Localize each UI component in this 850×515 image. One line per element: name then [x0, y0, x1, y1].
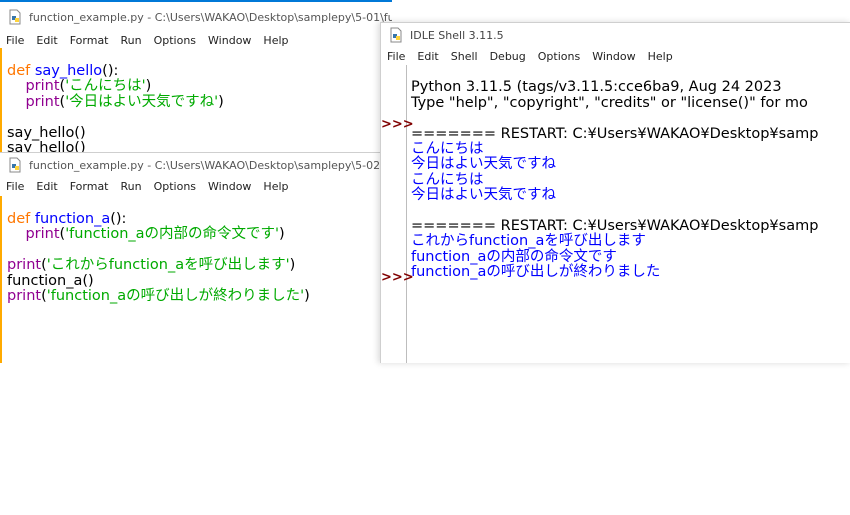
menu-window[interactable]: Window [202, 34, 257, 47]
menu-file[interactable]: File [0, 34, 30, 47]
menu-help[interactable]: Help [257, 180, 294, 193]
editor1-menubar: File Edit Format Run Options Window Help [0, 32, 392, 48]
menu-window[interactable]: Window [202, 180, 257, 193]
builtin-print: print [25, 93, 60, 110]
shell-line-blank [411, 111, 850, 126]
menu-format[interactable]: Format [64, 180, 115, 193]
shell-banner-line: Python 3.11.5 (tags/v3.11.5:cce6ba9, Aug… [411, 79, 782, 96]
code-line: print('function_aの呼び出しが終わりました') [7, 288, 310, 304]
editor2-code-area[interactable]: def function_a(): print('function_aの内部の命… [0, 196, 392, 363]
shell-prompt: >>> [381, 270, 414, 285]
shell-title: IDLE Shell 3.11.5 [410, 28, 504, 42]
builtin-print: print [25, 78, 60, 94]
editor1-title: function_example.py - C:\Users\WAKAO\Des… [29, 10, 392, 24]
editor-window-5-01: function_example.py - C:\Users\WAKAO\Des… [0, 0, 392, 154]
code-line: print('function_aの内部の命令文です') [25, 226, 285, 242]
menu-options[interactable]: Options [148, 180, 202, 193]
shell-line-blank [411, 204, 850, 219]
shell-output-line: 今日はよい天気ですね [411, 187, 556, 204]
editor2-menubar: File Edit Format Run Options Window Help [0, 177, 392, 195]
string-literal: 'これからfunction_aを呼び出します' [46, 257, 290, 273]
shell-output-line: こんにちは [411, 171, 484, 188]
string-literal: '今日はよい天気ですね' [65, 93, 219, 110]
shell-output-line: 今日はよい天気ですね [411, 156, 556, 173]
menu-options[interactable]: Options [532, 50, 586, 63]
shell-prompt: >>> [381, 117, 414, 132]
code-line: def function_a(): [7, 210, 127, 227]
shell-output-line: これからfunction_aを呼び出します [411, 233, 646, 250]
shell-titlebar[interactable]: IDLE Shell 3.11.5 [381, 23, 850, 47]
shell-output-line: function_aの呼び出しが終わりました [411, 264, 661, 281]
editor2-title: function_example.py - C:\Users\WAKAO\Des… [29, 158, 392, 172]
code-line: print('こんにちは') [25, 78, 152, 94]
menu-edit[interactable]: Edit [411, 50, 444, 63]
keyword-def: def [7, 62, 31, 79]
string-literal: 'function_aの呼び出しが終わりました' [46, 288, 305, 304]
code-text: (): [102, 62, 119, 79]
shell-restart-line: ======= RESTART: C:¥Users¥WAKAO¥Desktop¥… [411, 125, 819, 142]
keyword-def: def [7, 210, 31, 227]
menu-file[interactable]: File [381, 50, 411, 63]
python-shell-icon [390, 27, 402, 43]
editor1-code-area[interactable]: def say_hello(): print('こんにちは') print('今… [0, 48, 392, 154]
menu-options[interactable]: Options [148, 34, 202, 47]
code-line: def say_hello(): [7, 62, 392, 80]
menu-help[interactable]: Help [257, 34, 294, 47]
menu-run[interactable]: Run [115, 34, 148, 47]
editor1-titlebar[interactable]: function_example.py - C:\Users\WAKAO\Des… [0, 2, 392, 32]
menu-help[interactable]: Help [642, 50, 679, 63]
idle-shell-window: IDLE Shell 3.11.5 File Edit Shell Debug … [380, 22, 850, 363]
code-line: say_hello() [7, 124, 86, 141]
python-file-icon [9, 157, 21, 173]
editor2-titlebar[interactable]: function_example.py - C:\Users\WAKAO\Des… [0, 153, 392, 177]
menu-format[interactable]: Format [64, 34, 115, 47]
menu-edit[interactable]: Edit [30, 180, 63, 193]
shell-menubar: File Edit Shell Debug Options Window Hel… [381, 47, 850, 65]
code-line: print('今日はよい天気ですね') [25, 93, 224, 110]
function-name: function_a [34, 210, 111, 227]
code-line: function_a() [7, 272, 94, 289]
menu-run[interactable]: Run [115, 180, 148, 193]
menu-window[interactable]: Window [586, 50, 641, 63]
python-file-icon [9, 9, 21, 25]
string-literal: 'こんにちは' [65, 78, 146, 94]
code-line: print('これからfunction_aを呼び出します') [7, 257, 296, 273]
shell-prompt-gutter: >>> >>> [381, 65, 414, 363]
string-literal: 'function_aの内部の命令文です' [65, 226, 280, 242]
builtin-print: print [25, 226, 60, 242]
menu-shell[interactable]: Shell [445, 50, 484, 63]
builtin-print: print [7, 288, 42, 304]
shell-banner-line: Type "help", "copyright", "credits" or "… [411, 94, 808, 111]
editor-window-5-02: function_example.py - C:\Users\WAKAO\Des… [0, 152, 392, 363]
shell-output-line: function_aの内部の命令文です [411, 248, 617, 265]
menu-edit[interactable]: Edit [30, 34, 63, 47]
shell-output-area[interactable]: Python 3.11.5 (tags/v3.11.5:cce6ba9, Aug… [411, 65, 850, 363]
menu-file[interactable]: File [0, 180, 30, 193]
builtin-print: print [7, 257, 42, 273]
menu-debug[interactable]: Debug [484, 50, 532, 63]
function-name: say_hello [34, 62, 103, 79]
